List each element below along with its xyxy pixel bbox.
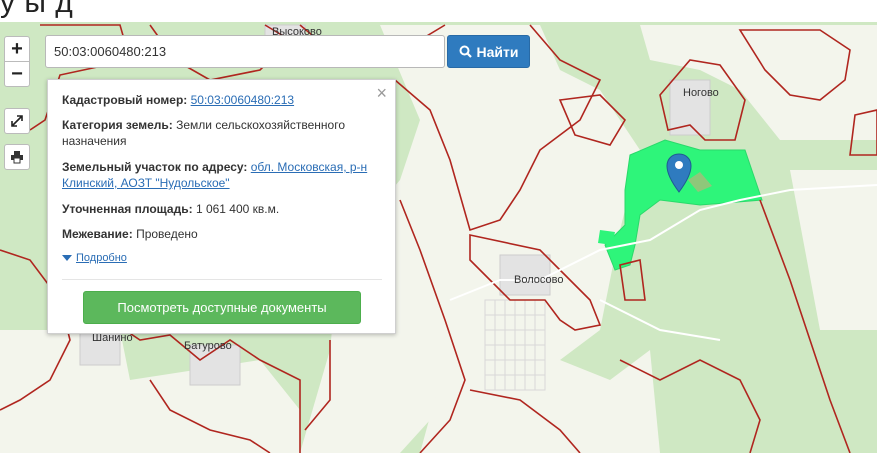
place-label-nogovo: Ногово — [683, 87, 719, 99]
cadastral-search-input[interactable] — [45, 35, 445, 68]
land-category-row: Категория земель: Земли сельскохозяйстве… — [62, 117, 380, 149]
zoom-out-button[interactable]: − — [4, 61, 30, 87]
view-documents-button[interactable]: Посмотреть доступные документы — [83, 291, 361, 324]
land-category-label: Категория земель: — [62, 118, 173, 132]
address-label: Земельный участок по адресу: — [62, 160, 248, 174]
area-label: Уточненная площадь: — [62, 202, 193, 216]
survey-value: Проведено — [136, 227, 198, 241]
area-value: 1 061 400 кв.м. — [195, 202, 280, 216]
search-icon — [459, 45, 472, 58]
cadastral-number-row: Кадастровый номер: 50:03:0060480:213 — [62, 92, 380, 108]
details-toggle[interactable]: Подробно — [62, 252, 127, 264]
area-row: Уточненная площадь: 1 061 400 кв.м. — [62, 201, 380, 217]
search-button[interactable]: Найти — [447, 35, 530, 68]
page-header-text: у ы д — [0, 0, 74, 19]
selected-parcel-fragment[interactable] — [598, 230, 615, 245]
popup-divider — [62, 279, 382, 280]
printer-icon — [11, 151, 23, 164]
print-button[interactable] — [4, 144, 30, 170]
chevron-down-icon — [62, 255, 72, 262]
cadastral-number-link[interactable]: 50:03:0060480:213 — [191, 93, 294, 107]
fullscreen-button[interactable] — [4, 108, 30, 134]
address-row: Земельный участок по адресу: обл. Москов… — [62, 159, 380, 191]
parcel-info-popup: × Кадастровый номер: 50:03:0060480:213 К… — [47, 79, 396, 334]
details-toggle-label: Подробно — [76, 252, 127, 264]
page-header-strip: у ы д — [0, 0, 877, 22]
expand-icon — [11, 115, 23, 127]
cadastral-number-label: Кадастровый номер: — [62, 93, 188, 107]
search-button-label: Найти — [476, 43, 519, 60]
place-label-volosovo: Волосово — [514, 274, 564, 286]
place-label-baturovo: Батурово — [184, 340, 232, 352]
survey-row: Межевание: Проведено — [62, 226, 380, 242]
zoom-in-button[interactable]: + — [4, 36, 30, 62]
survey-label: Межевание: — [62, 227, 133, 241]
